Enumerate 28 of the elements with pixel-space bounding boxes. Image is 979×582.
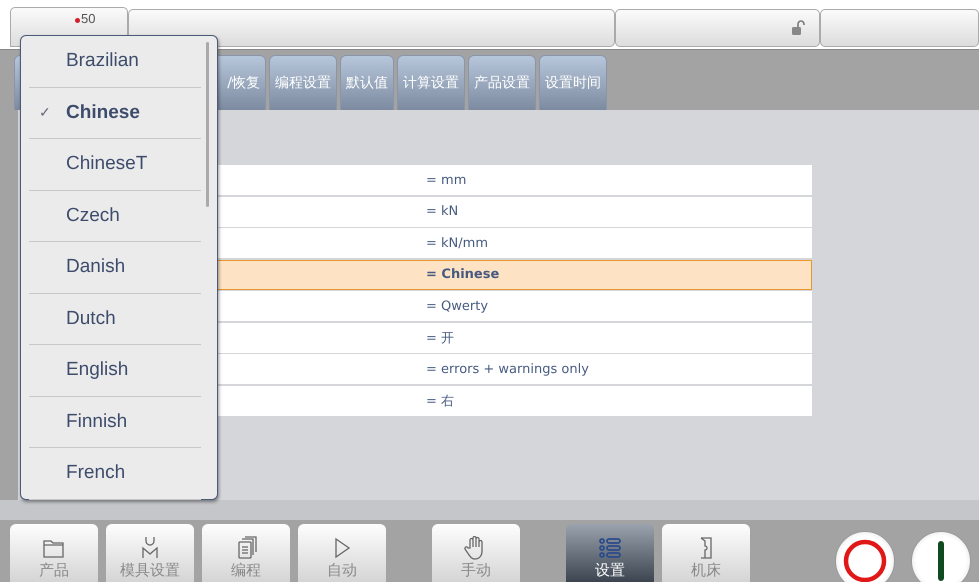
language-option[interactable]: Finnish bbox=[29, 396, 201, 448]
bar-icon bbox=[936, 539, 946, 582]
language-option[interactable]: ✓ Chinese bbox=[29, 88, 201, 139]
language-option[interactable]: Czech bbox=[29, 190, 201, 242]
setting-value: = kN/mm bbox=[426, 236, 488, 250]
setting-value: = 开 bbox=[426, 330, 454, 346]
setting-value: = errors + warnings only bbox=[426, 362, 589, 376]
setting-value: = mm bbox=[426, 172, 466, 188]
language-option[interactable]: English bbox=[29, 345, 201, 396]
check-icon: ✓ bbox=[39, 104, 51, 121]
language-option[interactable]: French bbox=[29, 448, 201, 500]
setting-value: = 右 bbox=[426, 392, 454, 410]
dot-icon bbox=[75, 18, 80, 23]
setting-value: = Qwerty bbox=[426, 298, 488, 314]
setting-value: = Chinese bbox=[426, 267, 500, 282]
language-option[interactable]: Danish bbox=[29, 242, 201, 294]
unlocked-lock-icon bbox=[791, 20, 805, 36]
scrollbar[interactable] bbox=[206, 42, 209, 207]
list-icon bbox=[597, 536, 623, 560]
setting-value: = kN bbox=[426, 204, 458, 219]
language-option[interactable]: Brazilian bbox=[29, 36, 201, 88]
language-option[interactable]: ChineseT bbox=[29, 139, 201, 190]
model-number: 50 bbox=[81, 11, 96, 26]
stop-button[interactable] bbox=[835, 531, 895, 582]
start-button[interactable] bbox=[911, 531, 971, 582]
language-option[interactable]: Dutch bbox=[29, 294, 201, 345]
nav-button[interactable]: 设置 bbox=[566, 524, 654, 582]
ring-icon bbox=[843, 539, 887, 582]
